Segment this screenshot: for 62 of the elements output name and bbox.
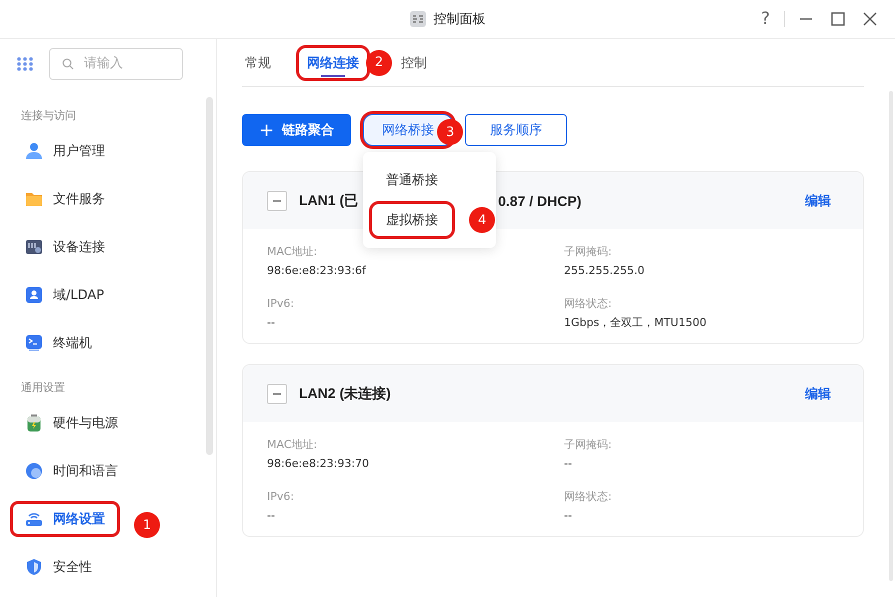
search-icon [62,58,74,70]
field-label: IPv6: [267,489,296,505]
field-label: 网络状态: [564,489,613,505]
sidebar-item[interactable]: 网络设置 [10,501,120,537]
lan-title: 0.87 / DHCP) [498,192,582,208]
sidebar-item[interactable]: 设备连接 [10,229,120,265]
field-label: 子网掩码: [564,437,613,453]
terminal-icon [25,334,43,352]
menu-item[interactable]: 虚拟桥接 [369,201,456,239]
collapse-button[interactable] [267,190,287,210]
menu-item[interactable]: 普通桥接 [369,161,456,199]
service-order-button[interactable]: 服务顺序 [465,114,568,146]
battery-icon [25,414,43,432]
step-number-badge: 3 [437,119,464,145]
field-label: MAC地址: [267,437,318,453]
field-value: 98:6e:e8:23:93:6f [267,263,368,279]
shield-icon [25,558,43,576]
field-value: -- [564,508,573,524]
id-card-icon [25,286,43,304]
field-value: -- [267,315,276,331]
scrollbar[interactable] [206,97,213,455]
link-aggregation-button[interactable]: + 链路聚合 [242,114,352,146]
sidebar-item[interactable]: 硬件与电源 [10,405,133,441]
maximize-icon [831,12,845,26]
edit-link[interactable]: 编辑 [797,384,839,402]
field-value: 1Gbps，全双工，MTU1500 [564,315,708,331]
router-icon [25,510,43,528]
collapse-button[interactable] [267,384,287,404]
sidebar-item[interactable]: 安全性 [10,549,107,585]
step-number-badge: 4 [469,207,496,233]
field-value: 98:6e:e8:23:93:70 [267,456,370,472]
sidebar-item[interactable]: 域/LDAP [10,277,120,313]
edit-link[interactable]: 编辑 [797,192,839,210]
tab[interactable]: 常规 [242,44,282,80]
device-icon [25,238,43,256]
window-title: 控制面板 [434,11,486,28]
section-label: 连接与访问 [21,108,77,124]
field-value: -- [564,456,573,472]
search-field[interactable]: 请输入 [49,48,183,80]
tab[interactable]: 控制 [390,44,438,80]
field-value: 255.255.255.0 [564,263,646,279]
field-value: -- [267,508,276,524]
field-label: MAC地址: [267,244,318,260]
control-panel-icon [410,11,426,27]
step-number-badge: 2 [366,50,392,76]
sidebar-item[interactable]: 终端机 [10,325,107,361]
folder-icon [25,190,43,208]
section-label: 通用设置 [21,380,66,396]
step-number-badge: 1 [134,512,160,538]
user-icon [25,142,43,160]
sidebar-item[interactable]: 用户管理 [10,133,120,169]
apps-grid-icon[interactable] [16,56,34,72]
sidebar-item[interactable]: 时间和语言 [10,453,133,489]
close-icon [863,12,877,26]
field-label: 网络状态: [564,296,613,312]
lan-title: LAN2 (未连接) [299,384,391,402]
globe-icon [25,462,43,480]
field-label: IPv6: [267,296,296,312]
field-label: 子网掩码: [564,244,613,260]
help-button[interactable]: ? [756,7,774,31]
sidebar-item[interactable]: 文件服务 [10,181,120,217]
lan-title: LAN1 (已 [299,192,358,210]
